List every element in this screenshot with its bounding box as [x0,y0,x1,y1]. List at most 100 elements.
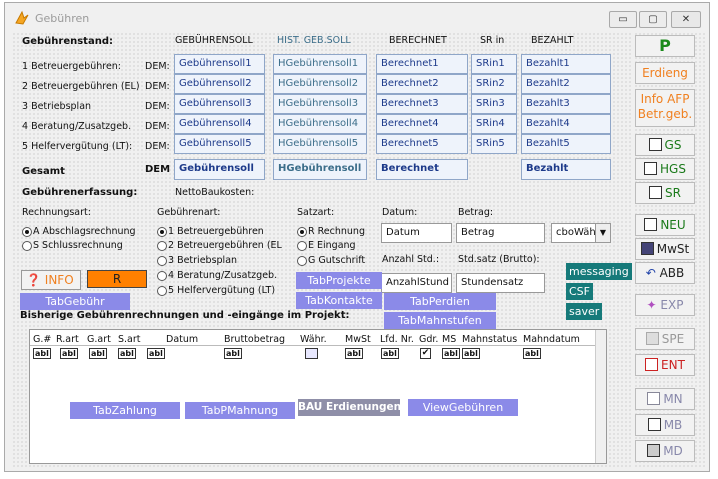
checkbox-icon[interactable]: ✔ [420,348,431,359]
mb-button[interactable]: MB [635,414,695,436]
tab-pmahnung[interactable]: TabPMahnung [185,402,295,419]
field-mahndatum[interactable]: abl [523,348,541,359]
row5-bezahlt[interactable]: Bezahlt5 [521,134,611,154]
mwst-button[interactable]: MwSt [635,238,695,260]
row4-berechnet[interactable]: Berechnet4 [376,114,468,134]
history-list[interactable] [29,329,607,464]
row1-bezahlt[interactable]: Bezahlt1 [521,54,611,74]
neu-button[interactable]: NEU [635,214,695,236]
csf-label[interactable]: CSF [566,283,593,300]
tab-gebuehr[interactable]: TabGebühr [20,293,130,310]
tab-projekte[interactable]: TabProjekte [296,272,382,289]
field-sart[interactable]: abl [118,348,136,359]
row2-srin[interactable]: SRin2 [471,74,517,94]
gebuehrenart-5[interactable]: 5 Helfervergütung (LT) [157,285,275,296]
rechnungsart-a[interactable]: A Abschlagsrechnung [22,226,136,237]
tab-kontakte[interactable]: TabKontakte [296,292,382,309]
field-rart[interactable]: abl [60,348,78,359]
field-gart[interactable]: abl [89,348,107,359]
info-button[interactable]: ❓ INFO [21,270,81,290]
field-datum[interactable]: abl [147,348,165,359]
row4-hist[interactable]: HGebührensoll4 [273,114,367,134]
satzart-e[interactable]: E Eingang [297,240,356,251]
info-afp-button[interactable]: Info AFP Betr.geb. [635,89,695,127]
row3-berechnet[interactable]: Berechnet3 [376,94,468,114]
mn-button[interactable]: MN [635,388,695,410]
hgs-button[interactable]: HGS [635,158,695,180]
row3-hist[interactable]: HGebührensoll3 [273,94,367,114]
field-gnr[interactable]: abl [33,348,51,359]
delete-icon [645,358,659,371]
ent-button[interactable]: ENT [635,354,695,376]
exp-button[interactable]: ✦ EXP [635,294,695,316]
saver-label[interactable]: saver [566,303,603,320]
gs-button[interactable]: GS [635,134,695,156]
tab-mahnstufen[interactable]: TabMahnstufen [384,312,496,329]
row5-berechnet[interactable]: Berechnet5 [376,134,468,154]
total-bezahlt[interactable]: Bezahlt [521,159,611,180]
field-mwst[interactable]: abl [345,348,363,359]
tab-perdien[interactable]: TabPerdien [384,293,496,310]
netto-label: NettoBaukosten: [175,187,255,198]
total-hist[interactable]: HGebührensoll [273,159,367,180]
p-button[interactable]: P [635,35,695,57]
tab-zahlung[interactable]: TabZahlung [70,402,180,419]
md-button[interactable]: MD [635,440,695,462]
erdieng-button[interactable]: Erdieng [635,62,695,84]
spe-button[interactable]: SPE [635,328,695,350]
maximize-button[interactable]: ▢ [639,11,667,28]
row4-soll[interactable]: Gebührensoll4 [174,114,265,134]
r-button[interactable]: R [87,270,147,288]
field-ms[interactable]: abl [442,348,460,359]
row2-bezahlt[interactable]: Bezahlt2 [521,74,611,94]
messaging-label[interactable]: messaging [566,263,632,280]
row2-soll[interactable]: Gebührensoll2 [174,74,265,94]
radio-icon [157,226,167,237]
minimize-button[interactable]: ▭ [609,11,637,28]
total-soll[interactable]: Gebührensoll [174,159,265,180]
chevron-down-icon[interactable]: ▼ [595,224,610,242]
sr-button[interactable]: SR [635,182,695,204]
list-scrollbar[interactable] [595,330,606,463]
row5-srin[interactable]: SRin5 [471,134,517,154]
gebuehrenart-4[interactable]: 4 Beratung/Zusatzgeb. [157,270,277,281]
gebuehrenart-3[interactable]: 3 Betriebsplan [157,255,237,266]
satzart-r[interactable]: R Rechnung [297,226,365,237]
tab-bau-erdienungen[interactable]: BAU Erdienungen [298,399,400,416]
row3-bezahlt[interactable]: Bezahlt3 [521,94,611,114]
new-document-icon [644,218,658,231]
rechnungsart-s[interactable]: S Schlussrechnung [22,240,123,251]
total-currency: DEM [145,164,171,175]
satzart-g[interactable]: G Gutschrift [297,255,365,266]
stundensatz-field[interactable]: Stundensatz [456,273,545,293]
gebuehrenart-2[interactable]: 2 Betreuergebühren (EL [157,240,282,251]
row4-bezahlt[interactable]: Bezahlt4 [521,114,611,134]
row2-hist[interactable]: HGebührensoll2 [273,74,367,94]
betrag-field[interactable]: Betrag [456,223,545,243]
header-hist: HIST. GEB.SOLL [277,35,351,46]
row3-soll[interactable]: Gebührensoll3 [174,94,265,114]
row1-srin[interactable]: SRin1 [471,54,517,74]
currency-combo-icon[interactable] [305,348,318,359]
row3-srin[interactable]: SRin3 [471,94,517,114]
field-lfdnr[interactable]: abl [381,348,399,359]
row1-berechnet[interactable]: Berechnet1 [376,54,468,74]
row5-currency: DEM: [145,141,170,152]
row5-hist[interactable]: HGebührensoll5 [273,134,367,154]
row1-soll[interactable]: Gebührensoll1 [174,54,265,74]
row4-srin[interactable]: SRin4 [471,114,517,134]
row2-berechnet[interactable]: Berechnet2 [376,74,468,94]
anzahl-field[interactable]: AnzahlStund [381,273,452,293]
row5-soll[interactable]: Gebührensoll5 [174,134,265,154]
total-berechnet[interactable]: Berechnet [376,159,468,180]
field-mahnstatus[interactable]: abl [462,348,480,359]
currency-select[interactable]: cboWäh ▼ [551,223,611,243]
row1-hist[interactable]: HGebührensoll1 [273,54,367,74]
datum-field[interactable]: Datum [381,223,452,243]
abb-button[interactable]: ↶ ABB [635,262,695,284]
close-button[interactable]: ✕ [671,11,701,28]
field-brutto[interactable]: abl [224,348,242,359]
tab-view-gebuehren[interactable]: ViewGebühren [408,399,518,416]
total-label: Gesamt [22,166,65,177]
gebuehrenart-1[interactable]: 1 Betreuergebühren [157,226,264,237]
